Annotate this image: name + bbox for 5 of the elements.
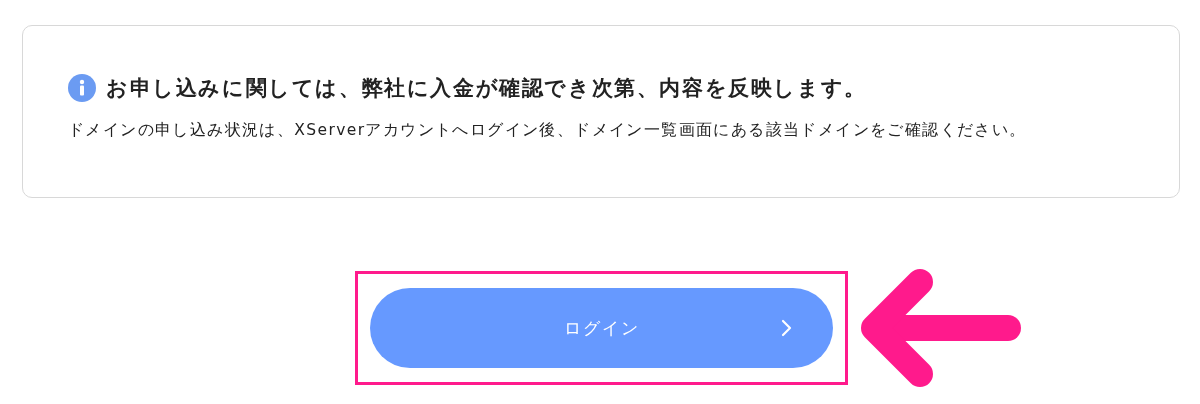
info-icon <box>68 74 96 102</box>
chevron-right-icon <box>781 319 793 337</box>
login-button[interactable]: ログイン <box>370 288 833 368</box>
notice-title: お申し込みに関しては、弊社に入金が確認でき次第、内容を反映します。 <box>106 75 867 102</box>
notice-text: ドメインの申し込み状況は、XServerアカウントへログイン後、ドメイン一覧画面にある該当ドメインをご確認ください。 <box>68 120 1028 141</box>
